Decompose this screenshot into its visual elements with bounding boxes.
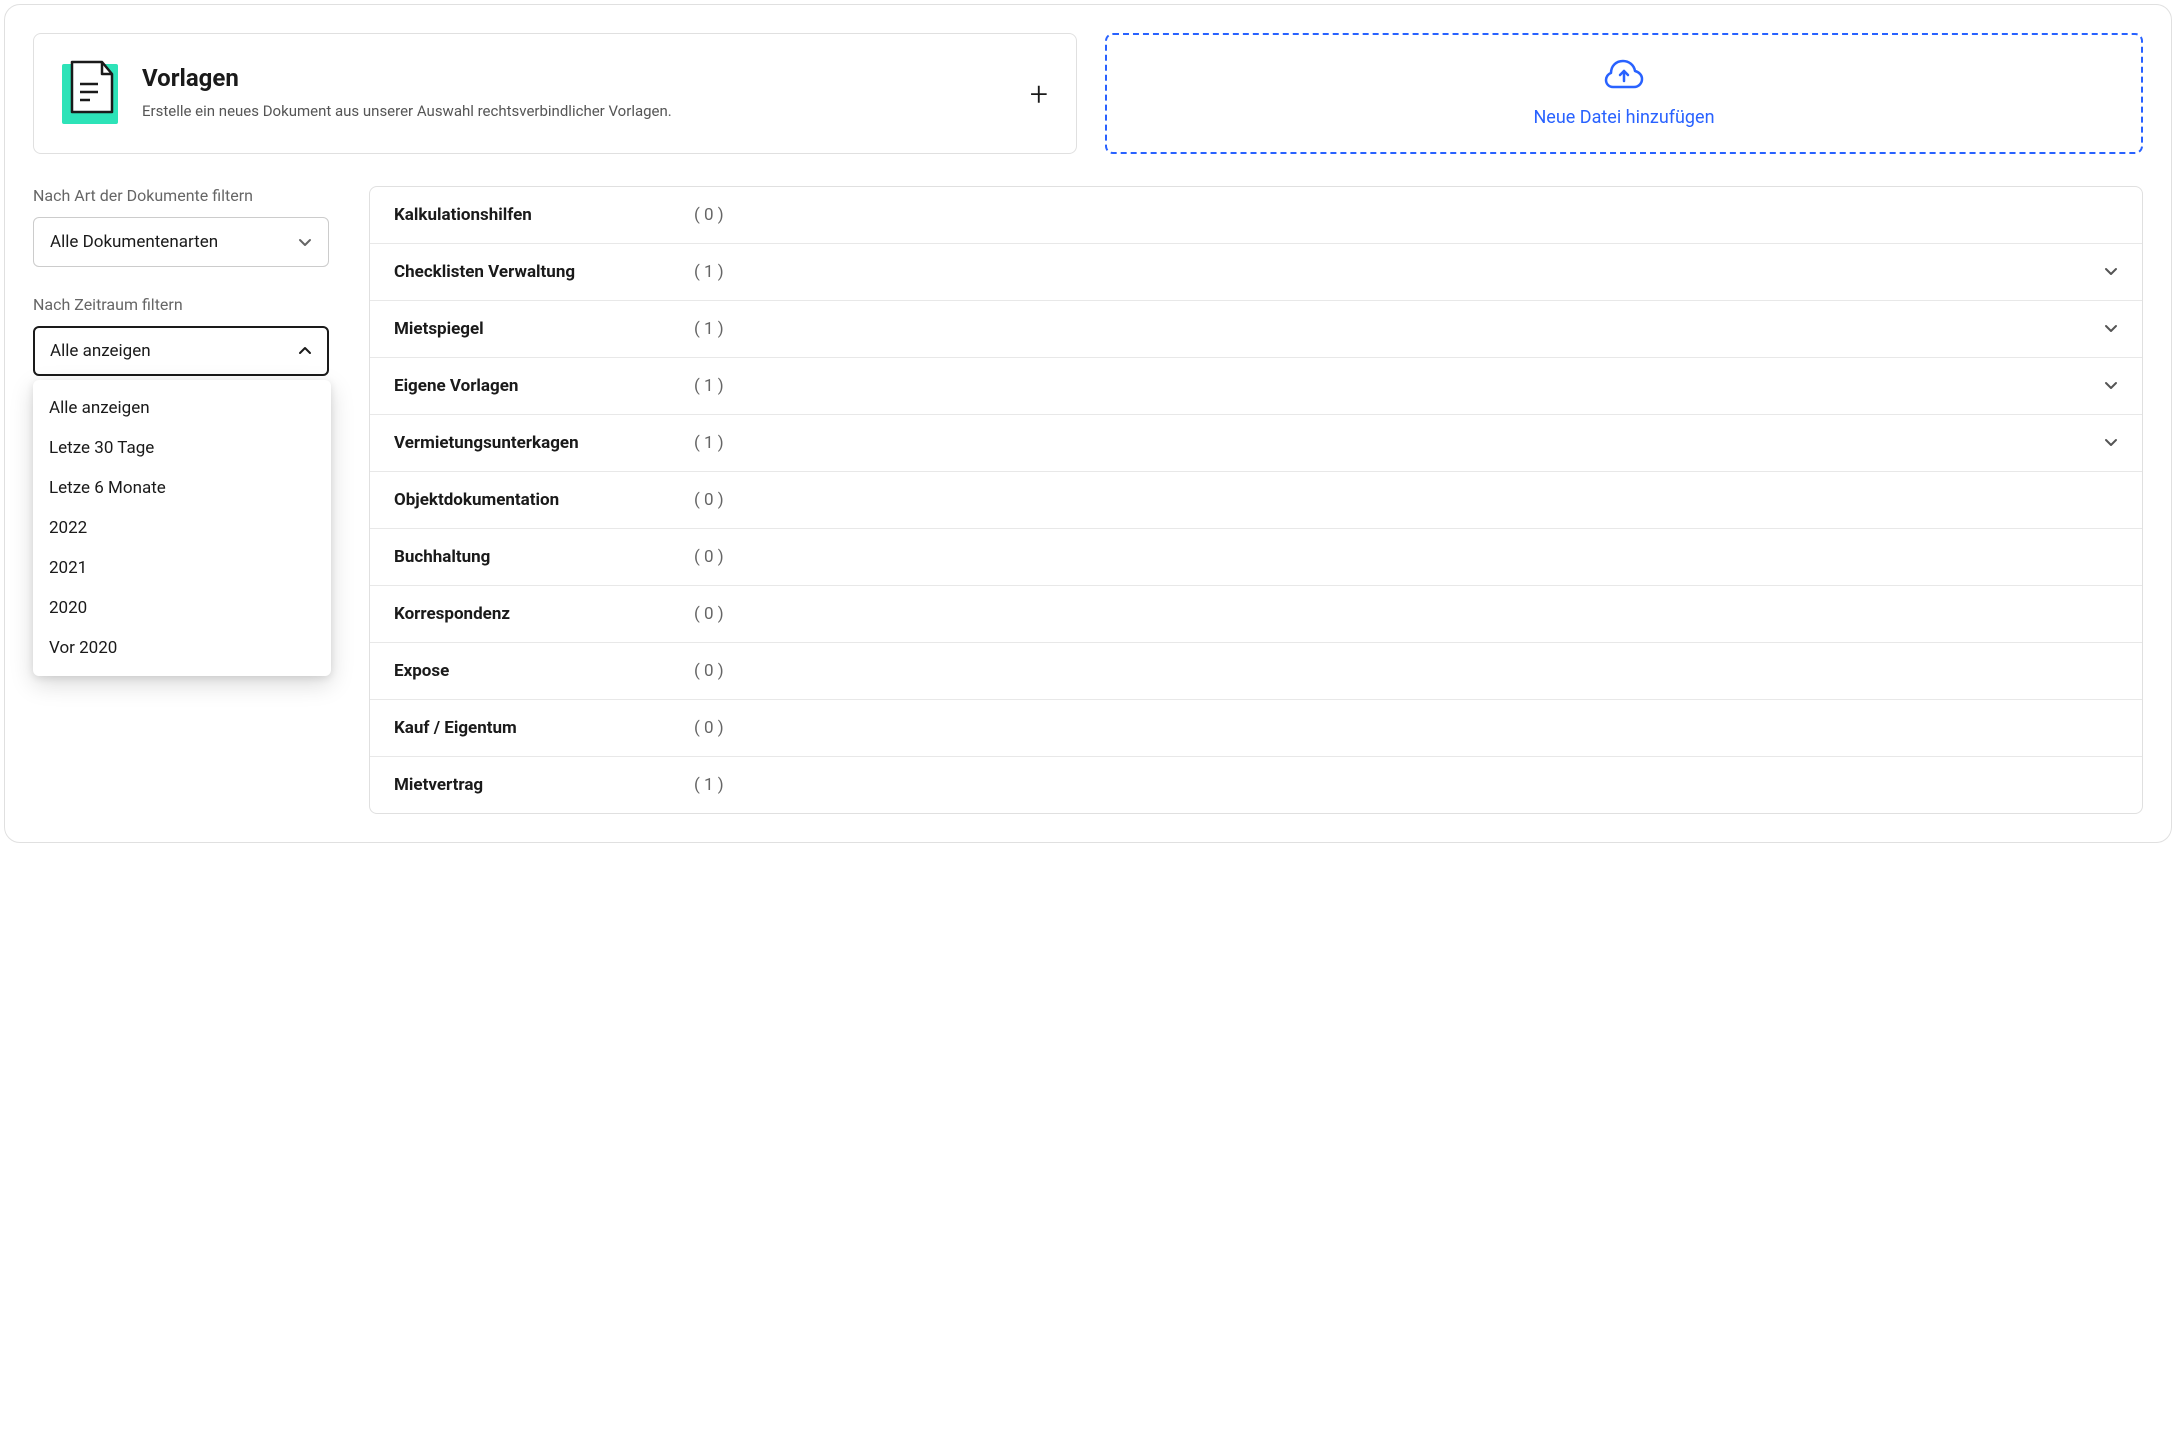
category-name: Korrespondenz <box>394 604 694 624</box>
main-row: Nach Art der Dokumente filtern Alle Doku… <box>33 186 2143 814</box>
category-count: ( 0 ) <box>694 604 2118 624</box>
category-name: Eigene Vorlagen <box>394 376 694 396</box>
upload-label: Neue Datei hinzufügen <box>1533 107 1714 128</box>
chevron-down-icon <box>2104 378 2118 392</box>
filters-column: Nach Art der Dokumente filtern Alle Doku… <box>33 186 329 814</box>
doctype-select[interactable]: Alle Dokumentenarten <box>33 217 329 267</box>
category-count: ( 0 ) <box>694 661 2118 681</box>
chevron-down-icon <box>2104 264 2118 278</box>
period-dropdown-menu: Alle anzeigenLetze 30 TageLetze 6 Monate… <box>33 380 331 676</box>
category-row: Korrespondenz( 0 ) <box>370 586 2142 643</box>
category-row[interactable]: Checklisten Verwaltung( 1 ) <box>370 244 2142 301</box>
category-name: Buchhaltung <box>394 547 694 567</box>
period-option[interactable]: 2020 <box>33 588 331 628</box>
page-container: Vorlagen Erstelle ein neues Dokument aus… <box>4 4 2172 843</box>
top-row: Vorlagen Erstelle ein neues Dokument aus… <box>33 33 2143 154</box>
categories-list: Kalkulationshilfen( 0 )Checklisten Verwa… <box>369 186 2143 814</box>
chevron-down-icon <box>2104 435 2118 449</box>
category-name: Mietvertrag <box>394 775 694 795</box>
templates-text: Vorlagen Erstelle ein neues Dokument aus… <box>142 64 1006 123</box>
category-count: ( 0 ) <box>694 547 2118 567</box>
document-template-icon <box>62 64 118 124</box>
templates-description: Erstelle ein neues Dokument aus unserer … <box>142 100 1006 123</box>
cloud-upload-icon <box>1604 59 1644 91</box>
category-row: Buchhaltung( 0 ) <box>370 529 2142 586</box>
category-count: ( 1 ) <box>694 319 2104 339</box>
category-row[interactable]: Vermietungsunterkagen( 1 ) <box>370 415 2142 472</box>
chevron-up-icon <box>298 344 312 358</box>
category-name: Expose <box>394 661 694 681</box>
period-option[interactable]: 2022 <box>33 508 331 548</box>
category-count: ( 0 ) <box>694 490 2118 510</box>
category-name: Checklisten Verwaltung <box>394 262 694 282</box>
category-name: Objektdokumentation <box>394 490 694 510</box>
category-expand-toggle[interactable] <box>2104 320 2118 339</box>
period-option[interactable]: Letze 6 Monate <box>33 468 331 508</box>
period-filter-label: Nach Zeitraum filtern <box>33 295 329 314</box>
category-row: Objektdokumentation( 0 ) <box>370 472 2142 529</box>
category-row: Mietvertrag( 1 ) <box>370 757 2142 813</box>
category-row: Kauf / Eigentum( 0 ) <box>370 700 2142 757</box>
upload-card[interactable]: Neue Datei hinzufügen <box>1105 33 2143 154</box>
category-count: ( 1 ) <box>694 376 2104 396</box>
category-count: ( 0 ) <box>694 205 2118 225</box>
templates-title: Vorlagen <box>142 64 1006 92</box>
category-expand-toggle[interactable] <box>2104 434 2118 453</box>
period-option[interactable]: 2021 <box>33 548 331 588</box>
category-row: Expose( 0 ) <box>370 643 2142 700</box>
category-row: Kalkulationshilfen( 0 ) <box>370 187 2142 244</box>
category-row[interactable]: Mietspiegel( 1 ) <box>370 301 2142 358</box>
period-option[interactable]: Alle anzeigen <box>33 388 331 428</box>
doctype-filter-group: Nach Art der Dokumente filtern Alle Doku… <box>33 186 329 267</box>
period-select[interactable]: Alle anzeigen <box>33 326 329 376</box>
plus-icon: + <box>1030 75 1048 113</box>
chevron-down-icon <box>2104 321 2118 335</box>
category-expand-toggle[interactable] <box>2104 263 2118 282</box>
period-option[interactable]: Vor 2020 <box>33 628 331 668</box>
category-row[interactable]: Eigene Vorlagen( 1 ) <box>370 358 2142 415</box>
doctype-filter-label: Nach Art der Dokumente filtern <box>33 186 329 205</box>
templates-card[interactable]: Vorlagen Erstelle ein neues Dokument aus… <box>33 33 1077 154</box>
category-name: Mietspiegel <box>394 319 694 339</box>
category-name: Kauf / Eigentum <box>394 718 694 738</box>
category-count: ( 1 ) <box>694 262 2104 282</box>
category-count: ( 1 ) <box>694 433 2104 453</box>
category-name: Kalkulationshilfen <box>394 205 694 225</box>
category-count: ( 1 ) <box>694 775 2118 795</box>
period-filter-group: Nach Zeitraum filtern Alle anzeigen Alle… <box>33 295 329 376</box>
period-selected-value: Alle anzeigen <box>50 341 151 361</box>
doctype-selected-value: Alle Dokumentenarten <box>50 232 218 252</box>
category-name: Vermietungsunterkagen <box>394 433 694 453</box>
chevron-down-icon <box>298 235 312 249</box>
category-expand-toggle[interactable] <box>2104 377 2118 396</box>
period-option[interactable]: Letze 30 Tage <box>33 428 331 468</box>
category-count: ( 0 ) <box>694 718 2118 738</box>
